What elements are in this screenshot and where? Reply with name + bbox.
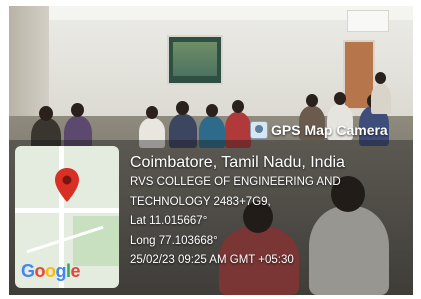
audience-head bbox=[39, 106, 53, 121]
app-title: GPS Map Camera bbox=[271, 122, 388, 138]
audience-head bbox=[306, 94, 318, 107]
location-pin-icon bbox=[55, 168, 79, 202]
longitude: Long 77.103668° bbox=[130, 234, 218, 247]
presenter bbox=[371, 84, 391, 114]
map-park bbox=[73, 216, 119, 266]
window bbox=[347, 10, 389, 32]
google-logo-letter: g bbox=[55, 261, 67, 281]
photo-frame: Google GPS Map Camera Coimbatore, Tamil … bbox=[0, 0, 421, 299]
location-name: Coimbatore, Tamil Nadu, India bbox=[130, 154, 345, 171]
map-road bbox=[15, 208, 119, 213]
audience-head bbox=[206, 104, 218, 117]
audience-head bbox=[176, 101, 189, 115]
audience-head bbox=[232, 100, 244, 113]
google-logo: Google bbox=[21, 261, 81, 282]
address-line-2: TECHNOLOGY 2483+7G9, bbox=[130, 195, 271, 208]
address-line-1: RVS COLLEGE OF ENGINEERING AND bbox=[130, 176, 341, 188]
map-thumbnail: Google bbox=[15, 146, 119, 288]
app-tag: GPS Map Camera bbox=[250, 119, 410, 141]
audience-head bbox=[146, 106, 158, 119]
audience-head bbox=[71, 103, 84, 117]
projected-slide bbox=[173, 42, 217, 76]
location-info: Coimbatore, Tamil Nadu, India RVS COLLEG… bbox=[130, 153, 410, 271]
datetime: 25/02/23 09:25 AM GMT +05:30 bbox=[130, 254, 294, 266]
google-logo-letter: e bbox=[70, 261, 81, 281]
presenter-head bbox=[375, 72, 386, 84]
google-logo-letter: o bbox=[34, 261, 46, 281]
audience-head bbox=[334, 92, 346, 105]
google-logo-letter: G bbox=[21, 261, 35, 281]
projection-screen bbox=[167, 35, 223, 85]
camera-app-icon bbox=[250, 121, 268, 139]
google-logo-letter: o bbox=[45, 261, 56, 281]
latitude: Lat 11.015667° bbox=[130, 215, 208, 227]
